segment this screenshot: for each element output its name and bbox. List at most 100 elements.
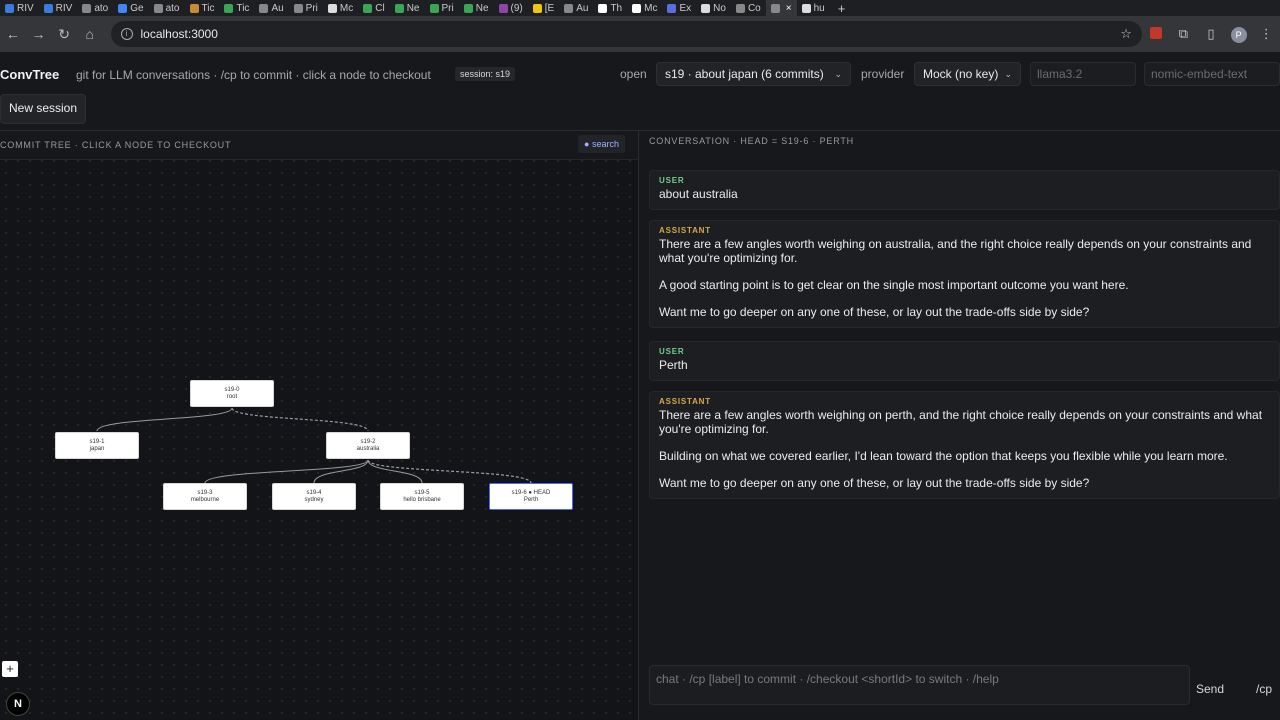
- browser-tab[interactable]: Th: [593, 0, 627, 16]
- conversation-title: CONVERSATION · HEAD = S19-6 · PERTH: [649, 136, 854, 146]
- conversation-pane: CONVERSATION · HEAD = S19-6 · PERTH USER…: [639, 131, 1280, 720]
- browser-tab-label: Ne: [475, 2, 489, 14]
- browser-tab-label: Pri: [305, 2, 318, 14]
- browser-tab[interactable]: hu: [797, 0, 830, 16]
- browser-tab[interactable]: Pri: [289, 0, 323, 16]
- tab-favicon-icon: [701, 3, 711, 13]
- extension-icon[interactable]: [1142, 26, 1170, 42]
- new-session-button[interactable]: New session: [0, 94, 87, 124]
- provider-select[interactable]: Mock (no key) ⌄: [914, 62, 1021, 86]
- tab-favicon-icon: [43, 3, 53, 13]
- browser-tab[interactable]: No: [696, 0, 731, 16]
- edge-australia-sydney: [313, 459, 369, 484]
- back-icon[interactable]: ←: [0, 26, 26, 42]
- browser-tab-label: [E: [544, 2, 555, 14]
- tab-favicon-icon: [532, 3, 542, 13]
- browser-tab[interactable]: Tic: [185, 0, 220, 16]
- open-label: open: [620, 67, 647, 81]
- extensions-puzzle-icon[interactable]: ⧉: [1170, 26, 1198, 42]
- forward-icon[interactable]: →: [26, 26, 52, 42]
- browser-tab[interactable]: Ne: [459, 0, 494, 16]
- tree-node-s19-6-head[interactable]: s19-6 ● HEAD Perth: [489, 483, 573, 510]
- browser-tab-label: Au: [576, 2, 589, 14]
- browser-menu-icon[interactable]: ⋮: [1252, 26, 1280, 42]
- browser-tab-label: Co: [747, 2, 761, 14]
- browser-tab-label: Ex: [679, 2, 692, 14]
- tab-favicon-icon: [632, 3, 642, 13]
- message-text: There are a few angles worth weighing on…: [659, 237, 1252, 265]
- site-info-icon[interactable]: i: [120, 28, 133, 40]
- browser-tab[interactable]: (9): [494, 0, 528, 16]
- browser-tab[interactable]: Ex: [662, 0, 696, 16]
- commit-button[interactable]: /cp: [1256, 682, 1272, 696]
- browser-tab[interactable]: Tic: [219, 0, 254, 16]
- browser-tab[interactable]: Ge: [113, 0, 148, 16]
- browser-tab[interactable]: Cl: [358, 0, 389, 16]
- tab-favicon-icon: [153, 3, 163, 13]
- tab-favicon-icon: [82, 3, 92, 13]
- node-id: s19-4: [306, 490, 322, 496]
- embed-model-input[interactable]: nomic-embed-text: [1144, 62, 1280, 86]
- browser-tab[interactable]: ato: [77, 0, 113, 16]
- sidepanel-icon[interactable]: ▯: [1197, 26, 1225, 42]
- home-icon[interactable]: ⌂: [77, 26, 103, 42]
- message-text: Want me to go deeper on any one of these…: [659, 305, 1090, 319]
- browser-tab[interactable]: Ne: [390, 0, 425, 16]
- browser-tab[interactable]: ato: [149, 0, 185, 16]
- app-brand: ConvTree: [0, 67, 60, 82]
- bookmark-star-icon[interactable]: ☆: [1120, 26, 1132, 42]
- session-select[interactable]: s19 · about japan (6 commits) ⌄: [656, 62, 851, 86]
- tree-node-s19-5[interactable]: s19-5 hello brisbane: [380, 483, 464, 510]
- message-assistant: ASSISTANT There are a few angles worth w…: [649, 220, 1280, 328]
- nextjs-badge-icon[interactable]: N: [6, 692, 30, 716]
- tree-node-s19-0[interactable]: s19-0 root: [190, 380, 274, 407]
- browser-tab[interactable]: Co: [731, 0, 766, 16]
- browser-tab[interactable]: Pri: [425, 0, 459, 16]
- message-text: Building on what we covered earlier, I'd…: [659, 449, 1228, 463]
- edge-australia-perth: [367, 459, 532, 484]
- provider-select-value: Mock (no key): [923, 67, 999, 81]
- profile-avatar[interactable]: P: [1225, 26, 1253, 43]
- browser-tab[interactable]: [E: [528, 0, 559, 16]
- message-assistant: ASSISTANT There are a few angles worth w…: [649, 391, 1280, 499]
- browser-tab[interactable]: Mc: [323, 0, 358, 16]
- tab-favicon-icon: [293, 3, 303, 13]
- browser-tab[interactable]: ×: [765, 0, 797, 16]
- node-label: root: [226, 394, 238, 400]
- session-badge: session: s19: [455, 67, 516, 81]
- browser-tab-label: Pri: [441, 2, 454, 14]
- node-id: s19-5: [414, 490, 430, 496]
- tab-favicon-icon: [394, 3, 404, 13]
- app-header: ConvTree git for LLM conversations · /cp…: [0, 52, 1280, 131]
- message-text: There are a few angles worth weighing on…: [659, 408, 1263, 436]
- message-user: USER Perth: [649, 341, 1280, 381]
- node-id: s19-2: [360, 439, 376, 445]
- browser-tab[interactable]: Au: [254, 0, 288, 16]
- chat-input[interactable]: chat · /cp [label] to commit · /checkout…: [649, 665, 1190, 705]
- tree-node-s19-3[interactable]: s19-3 melbourne: [163, 483, 247, 510]
- close-tab-icon[interactable]: ×: [786, 3, 792, 14]
- zoom-in-button[interactable]: +: [2, 661, 18, 677]
- tab-favicon-icon: [5, 3, 14, 13]
- browser-tab-label: RIV: [55, 2, 73, 14]
- browser-tab-label: Tic: [201, 2, 215, 14]
- new-tab-icon[interactable]: +: [830, 1, 854, 16]
- browser-tab[interactable]: RIV: [39, 0, 78, 16]
- browser-tab-label: RIV: [17, 2, 34, 14]
- reload-icon[interactable]: ↻: [51, 26, 77, 43]
- browser-tab[interactable]: RIV: [0, 0, 39, 16]
- tree-node-s19-1[interactable]: s19-1 japan: [55, 432, 139, 459]
- send-button[interactable]: Send: [1196, 682, 1224, 696]
- browser-tab[interactable]: Au: [559, 0, 593, 16]
- tree-node-s19-2[interactable]: s19-2 australia: [326, 432, 410, 459]
- tree-node-s19-4[interactable]: s19-4 sydney: [272, 483, 356, 510]
- model-input[interactable]: llama3.2: [1030, 62, 1136, 86]
- message-text: Want me to go deeper on any one of these…: [659, 476, 1090, 490]
- address-bar[interactable]: i localhost:3000 ☆: [110, 21, 1142, 47]
- browser-toolbar: ← → ↻ ⌂ i localhost:3000 ☆ ⧉ ▯ P ⋮: [0, 16, 1280, 52]
- url-text: localhost:3000: [140, 27, 218, 41]
- tab-favicon-icon: [598, 3, 608, 13]
- message-role: USER: [659, 176, 685, 185]
- browser-tab[interactable]: Mc: [627, 0, 662, 16]
- commit-tree-pane[interactable]: COMMIT TREE · CLICK A NODE TO CHECKOUT ●…: [0, 131, 639, 720]
